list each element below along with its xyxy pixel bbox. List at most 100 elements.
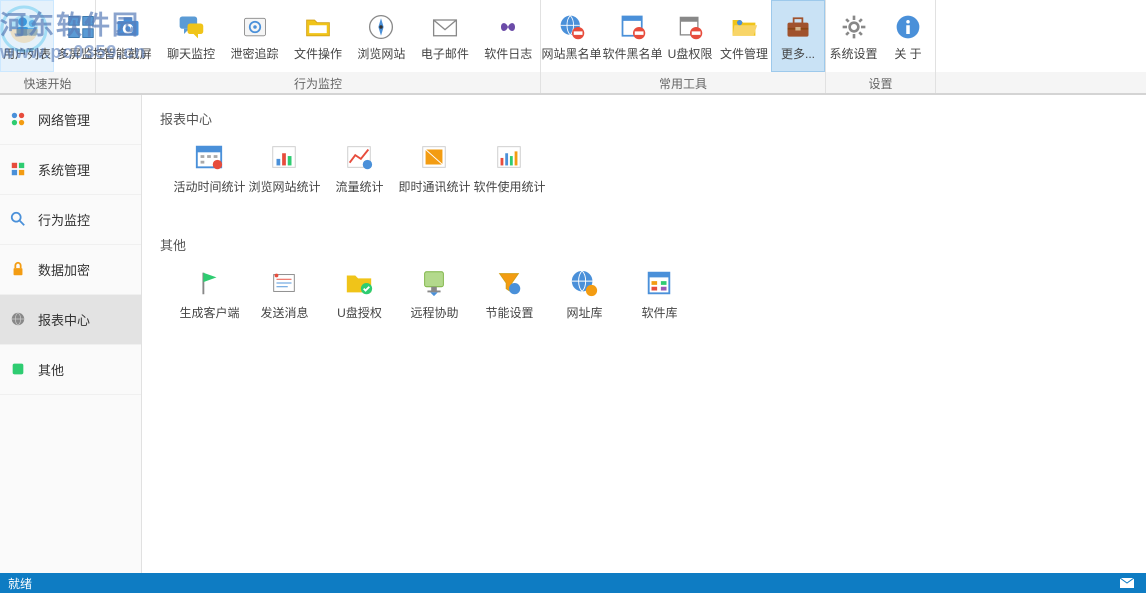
flag-icon (194, 268, 226, 300)
sidebar-reports[interactable]: 报表中心 (0, 295, 141, 345)
compass-icon (365, 11, 397, 43)
browse-website-stats[interactable]: 浏览网站统计 (247, 136, 322, 201)
ribbon-item-label: 聊天监控 (167, 45, 215, 62)
grid-item-label: 即时通讯统计 (399, 178, 471, 195)
remote-icon (419, 268, 451, 300)
about-button[interactable]: 关 于 (881, 0, 935, 72)
file-manage-button[interactable]: 文件管理 (717, 0, 771, 72)
grid-item-label: 发送消息 (260, 304, 308, 321)
folderlock-icon (344, 268, 376, 300)
ribbon-item-label: 泄密追踪 (231, 45, 279, 62)
url-library[interactable]: 网址库 (547, 262, 622, 327)
network-icon (10, 111, 28, 129)
calendar-icon (194, 142, 226, 174)
ribbon-item-label: 网站黑名单 (542, 45, 602, 62)
ribbon-item-label: 关 于 (894, 45, 921, 62)
user-list-button[interactable]: 用户列表 (0, 0, 54, 72)
sidebar-item-label: 系统管理 (38, 160, 90, 179)
grid-item-label: 节能设置 (485, 304, 533, 321)
sidebar-encrypt[interactable]: 数据加密 (0, 245, 141, 295)
grid-item-label: U盘授权 (337, 304, 382, 321)
ribbon: 用户列表多屏监控智能截屏聊天监控泄密追踪文件操作浏览网站电子邮件软件日志网站黑名… (0, 0, 1146, 95)
lock-icon (10, 261, 28, 279)
more-button[interactable]: 更多... (771, 0, 825, 72)
briefcase-icon (782, 11, 814, 43)
globelink-icon (569, 268, 601, 300)
infinity-icon (492, 11, 524, 43)
browse-website-button[interactable]: 浏览网站 (350, 0, 413, 72)
grid-item-label: 软件库 (641, 304, 677, 321)
sidebar-item-label: 行为监控 (38, 210, 90, 229)
windows-icon (10, 161, 28, 179)
send-message[interactable]: 发送消息 (247, 262, 322, 327)
remote-assist[interactable]: 远程协助 (397, 262, 472, 327)
chat-monitor-button[interactable]: 聊天监控 (159, 0, 222, 72)
sidebar-item-label: 数据加密 (38, 260, 90, 279)
software-usage-stats[interactable]: 软件使用统计 (472, 136, 547, 201)
magnify-icon (10, 211, 28, 229)
email-button[interactable]: 电子邮件 (413, 0, 476, 72)
sidebar-behavior[interactable]: 行为监控 (0, 195, 141, 245)
grid-item-label: 生成客户端 (179, 304, 239, 321)
statusbar: 就绪 (0, 573, 1146, 593)
ribbon-item-label: U盘权限 (668, 45, 713, 62)
ribbon-group-label: 快速开始 (0, 72, 96, 93)
sidebar-item-label: 其他 (38, 360, 64, 379)
linechart-icon (344, 142, 376, 174)
status-mail-icon[interactable] (1120, 578, 1138, 588)
gear-icon (838, 11, 870, 43)
softlib-icon (644, 268, 676, 300)
generate-client[interactable]: 生成客户端 (172, 262, 247, 327)
software-library[interactable]: 软件库 (622, 262, 697, 327)
sidebar-system[interactable]: 系统管理 (0, 145, 141, 195)
ribbon-item-label: 软件日志 (484, 45, 532, 62)
appblock-icon (617, 11, 649, 43)
grid-item-label: 浏览网站统计 (249, 178, 321, 195)
ribbon-group-label: 常用工具 (541, 72, 826, 93)
traffic-stats[interactable]: 流量统计 (322, 136, 397, 201)
grid-item-label: 活动时间统计 (174, 178, 246, 195)
ribbon-item-label: 电子邮件 (421, 45, 469, 62)
camera-icon (112, 11, 144, 43)
leak-trace-button[interactable]: 泄密追踪 (223, 0, 286, 72)
ribbon-item-label: 软件黑名单 (603, 45, 663, 62)
activity-time-stats[interactable]: 活动时间统计 (172, 136, 247, 201)
ribbon-item-label: 用户列表 (3, 45, 51, 62)
software-log-button[interactable]: 软件日志 (477, 0, 540, 72)
main-content: 报表中心活动时间统计浏览网站统计流量统计即时通讯统计软件使用统计其他生成客户端发… (142, 95, 1146, 573)
energy-settings[interactable]: 节能设置 (472, 262, 547, 327)
mail-icon (429, 11, 461, 43)
filter-icon (494, 268, 526, 300)
folder-icon (302, 11, 334, 43)
eye-icon (239, 11, 271, 43)
ribbon-item-label: 浏览网站 (357, 45, 405, 62)
ribbon-item-label: 智能截屏 (104, 45, 152, 62)
usb-authorize[interactable]: U盘授权 (322, 262, 397, 327)
file-operation-button[interactable]: 文件操作 (286, 0, 349, 72)
sidebar-other[interactable]: 其他 (0, 345, 141, 395)
piechart-icon (419, 142, 451, 174)
memo-icon (269, 268, 301, 300)
usb-icon (674, 11, 706, 43)
system-settings-button[interactable]: 系统设置 (826, 0, 881, 72)
grid-item-label: 流量统计 (335, 178, 383, 195)
software-blacklist-button[interactable]: 软件黑名单 (602, 0, 663, 72)
webblock-icon (556, 11, 588, 43)
green-icon (10, 361, 28, 379)
info-icon (892, 11, 924, 43)
sidebar: 网络管理系统管理行为监控数据加密报表中心其他 (0, 95, 142, 573)
grid-item-label: 远程协助 (410, 304, 458, 321)
ribbon-item-label: 更多... (781, 45, 815, 62)
sidebar-network[interactable]: 网络管理 (0, 95, 141, 145)
smart-capture-button[interactable]: 智能截屏 (96, 0, 159, 72)
section-title: 报表中心 (142, 95, 1146, 136)
website-blacklist-button[interactable]: 网站黑名单 (541, 0, 602, 72)
sidebar-item-label: 报表中心 (38, 310, 90, 329)
bars-icon (494, 142, 526, 174)
usb-permission-button[interactable]: U盘权限 (663, 0, 717, 72)
grid-item-label: 网址库 (566, 304, 602, 321)
barchart-icon (269, 142, 301, 174)
multiscreen-icon (65, 11, 97, 43)
sidebar-item-label: 网络管理 (38, 110, 90, 129)
im-stats[interactable]: 即时通讯统计 (397, 136, 472, 201)
